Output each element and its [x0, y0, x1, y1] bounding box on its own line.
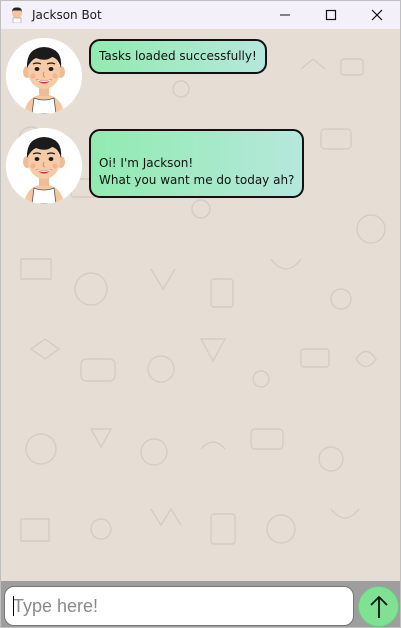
minimize-button[interactable]	[262, 1, 308, 29]
maximize-icon	[325, 9, 337, 21]
close-button[interactable]	[354, 1, 400, 29]
window-title: Jackson Bot	[32, 8, 102, 22]
bot-avatar	[6, 128, 82, 204]
minimize-icon	[280, 14, 290, 16]
window-controls	[262, 1, 400, 29]
text-caret	[13, 596, 14, 616]
send-button[interactable]	[358, 586, 399, 627]
arrow-up-icon	[369, 595, 388, 618]
message-input[interactable]	[4, 586, 354, 626]
bot-avatar	[6, 38, 82, 114]
message-bubble: Oi! I'm Jackson! What you want me do tod…	[89, 129, 305, 198]
message-row: Tasks loaded successfully!	[6, 38, 267, 114]
maximize-button[interactable]	[308, 1, 354, 29]
app-window: Jackson Bot Tasks loaded successfully! O…	[0, 0, 401, 628]
message-row: Oi! I'm Jackson! What you want me do tod…	[6, 128, 305, 204]
message-bubble: Tasks loaded successfully!	[89, 39, 267, 74]
title-bar[interactable]: Jackson Bot	[1, 1, 400, 29]
chat-area[interactable]: Tasks loaded successfully! Oi! I'm Jacks…	[1, 29, 400, 581]
message-text: Tasks loaded successfully!	[99, 49, 257, 63]
input-bar	[1, 581, 400, 627]
close-icon	[371, 9, 383, 21]
app-icon	[10, 7, 24, 24]
message-text: Oi! I'm Jackson! What you want me do tod…	[99, 156, 295, 187]
